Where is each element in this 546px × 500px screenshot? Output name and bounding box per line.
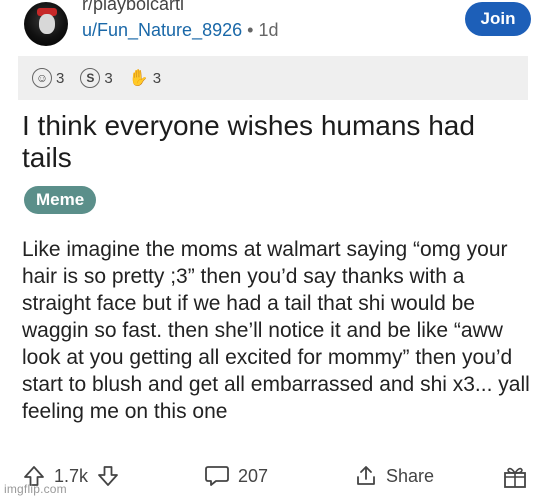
award-count: 3 (152, 69, 162, 87)
award-item[interactable]: S 3 (80, 68, 113, 88)
share-icon (354, 464, 378, 488)
award-item[interactable]: ✋ 3 (129, 68, 161, 88)
comment-count: 207 (238, 465, 269, 486)
post-body: Like imagine the moms at walmart saying … (22, 238, 530, 423)
downvote-arrow-icon[interactable] (96, 464, 120, 488)
meta-separator: • (247, 20, 254, 40)
comment-bubble-icon (204, 464, 230, 488)
share-label: Share (386, 465, 435, 486)
hand-award-icon: ✋ (128, 70, 149, 87)
helmet-award-icon: ☺ (32, 68, 52, 88)
post-flair[interactable]: Meme (24, 186, 97, 214)
s-coin-award-icon: S (80, 68, 101, 88)
award-button[interactable] (502, 464, 528, 490)
award-count: 3 (104, 69, 113, 87)
post-actions-bar: 1.7k 207 Share (0, 458, 546, 500)
imgflip-watermark: imgflip.com (4, 482, 67, 496)
avatar-face (39, 14, 55, 34)
post-age: 1d (258, 20, 279, 40)
subreddit-name[interactable]: r/playboicarti (82, 0, 184, 15)
post-header: r/playboicarti u/Fun_Nature_8926 • 1d Jo… (0, 0, 546, 52)
award-count: 3 (56, 69, 65, 87)
subreddit-avatar[interactable] (24, 2, 68, 46)
gift-icon (502, 464, 528, 490)
join-button[interactable]: Join (465, 2, 531, 36)
award-item[interactable]: ☺ 3 (32, 68, 64, 88)
share-button[interactable]: Share (354, 464, 434, 488)
post-meta: u/Fun_Nature_8926 • 1d (82, 20, 279, 41)
comments-button[interactable]: 207 (204, 464, 268, 488)
awards-bar[interactable]: ☺ 3 S 3 ✋ 3 (18, 56, 528, 100)
username-link[interactable]: u/Fun_Nature_8926 (82, 20, 242, 40)
post-title[interactable]: I think everyone wishes humans had tails (22, 110, 522, 174)
